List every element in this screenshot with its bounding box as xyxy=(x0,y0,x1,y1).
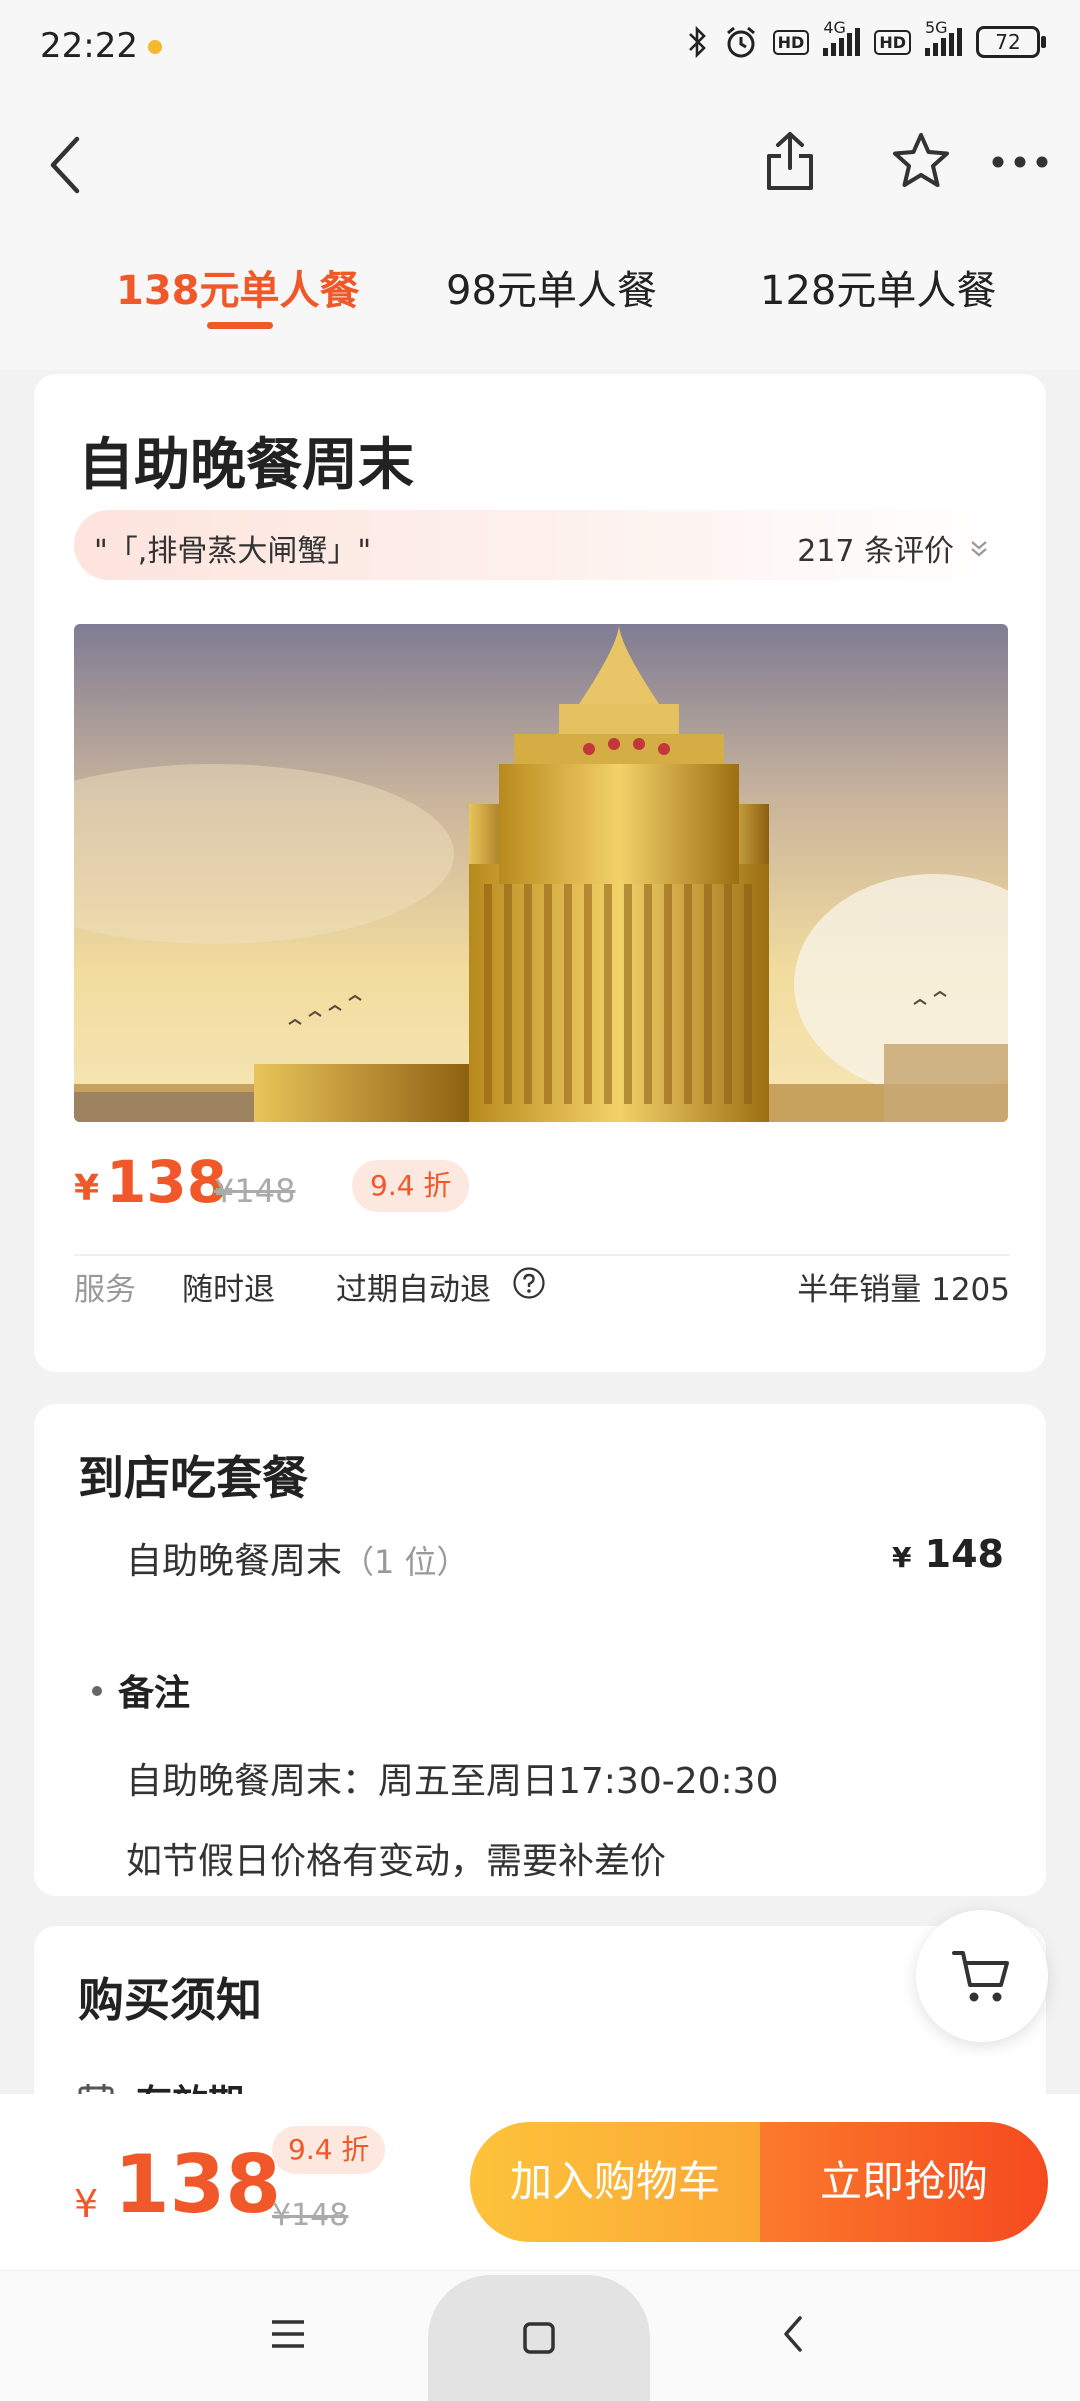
original-price: ¥148 xyxy=(214,1172,296,1210)
package-price-value: 148 xyxy=(924,1532,1004,1576)
nav-back-icon[interactable] xyxy=(782,2315,804,2357)
deal-card: 自助晚餐周末 "「,排骨蒸大闸蟹」" 217 条评价 ¥ 138 ¥148 9.… xyxy=(34,374,1046,1372)
share-icon[interactable] xyxy=(758,126,822,196)
system-nav-bar xyxy=(0,2270,1080,2401)
note-line: 如节假日价格有变动，需要补差价 xyxy=(126,1841,667,1882)
bluetooth-icon xyxy=(688,25,706,59)
status-bar: 22:22 HD 4G HD 5G 72 xyxy=(0,0,1080,100)
discount-badge: 9.4 折 xyxy=(352,1160,470,1212)
add-to-cart-button[interactable]: 加入购物车 xyxy=(470,2122,760,2242)
top-bar: 138元单人餐 98元单人餐 128元单人餐 xyxy=(0,100,1080,370)
price-row: ¥ 138 ¥148 9.4 折 xyxy=(74,1148,1010,1218)
tab-active-indicator xyxy=(207,322,273,329)
menu-icon[interactable] xyxy=(270,2319,306,2353)
review-count-label: 217 条评价 xyxy=(797,534,954,569)
chevron-down-icon xyxy=(971,541,987,557)
bottom-discount-badge: 9.4 折 xyxy=(272,2126,386,2174)
cart-button[interactable] xyxy=(916,1910,1048,2042)
purchase-notice-heading: 购买须知 xyxy=(78,1973,262,2027)
service-row: 服务 随时退 过期自动退 半年销量 1205 xyxy=(74,1264,1010,1314)
status-time: 22:22 xyxy=(40,26,138,66)
status-icons: HD 4G HD 5G 72 xyxy=(687,18,1046,60)
package-item-price: ¥ 148 xyxy=(892,1532,1004,1576)
hotel-photo[interactable] xyxy=(74,624,1008,1122)
note-heading-label: 备注 xyxy=(118,1673,191,1714)
tab-128[interactable]: 128元单人餐 xyxy=(760,258,996,316)
signal-4g: 4G xyxy=(823,18,861,56)
alarm-icon xyxy=(726,26,755,58)
battery-icon: 72 xyxy=(976,26,1046,58)
bottom-price-currency: ¥ xyxy=(74,2182,99,2226)
notification-dot-icon xyxy=(148,40,162,54)
home-button[interactable] xyxy=(428,2275,650,2401)
sales-count: 半年销量 1205 xyxy=(797,1272,1010,1308)
bottom-price: 138 xyxy=(114,2138,281,2231)
divider xyxy=(74,1254,1010,1256)
service-auto-refund: 过期自动退 xyxy=(336,1272,491,1308)
bottom-original-price: ¥148 xyxy=(272,2198,349,2233)
help-icon[interactable] xyxy=(512,1266,546,1308)
package-item-qty: （1 位） xyxy=(342,1543,469,1581)
cart-icon xyxy=(952,1951,1009,2002)
package-card: 到店吃套餐 自助晚餐周末（1 位） ¥ 148 备注 自助晚餐周末：周五至周日1… xyxy=(34,1404,1046,1896)
package-price-currency: ¥ xyxy=(891,1541,912,1574)
review-count[interactable]: 217 条评价 xyxy=(797,526,990,570)
hd-badge: HD xyxy=(772,29,810,55)
service-label: 服务 xyxy=(74,1272,136,1308)
star-icon[interactable] xyxy=(886,126,956,196)
deal-price: 138 xyxy=(106,1148,228,1216)
buy-now-button[interactable]: 立即抢购 xyxy=(760,2122,1048,2242)
hotel-illustration xyxy=(74,624,1008,1122)
home-square-icon xyxy=(523,2322,555,2354)
service-refund-anytime: 随时退 xyxy=(182,1272,275,1308)
package-item-name: 自助晚餐周末 xyxy=(126,1541,343,1582)
tab-138[interactable]: 138元单人餐 xyxy=(116,258,360,316)
signal-5g: 5G xyxy=(925,18,962,56)
hd-badge-2: HD xyxy=(874,29,911,55)
more-icon[interactable] xyxy=(990,144,1050,180)
package-item: 自助晚餐周末（1 位） xyxy=(126,1532,469,1584)
back-icon[interactable] xyxy=(40,130,90,200)
tab-98[interactable]: 98元单人餐 xyxy=(446,258,657,316)
price-currency: ¥ xyxy=(74,1168,100,1209)
bullet-icon xyxy=(92,1686,102,1696)
purchase-bar: ¥ 138 9.4 折 ¥148 加入购物车 立即抢购 xyxy=(0,2094,1080,2270)
note-heading: 备注 xyxy=(92,1664,190,1716)
review-quote: "「,排骨蒸大闸蟹」" xyxy=(94,534,372,569)
review-summary-bar[interactable]: "「,排骨蒸大闸蟹」" 217 条评价 xyxy=(74,510,1010,580)
deal-title: 自助晚餐周末 xyxy=(78,433,414,498)
note-line: 自助晚餐周末：周五至周日17:30-20:30 xyxy=(126,1761,779,1802)
package-heading: 到店吃套餐 xyxy=(78,1451,308,1505)
